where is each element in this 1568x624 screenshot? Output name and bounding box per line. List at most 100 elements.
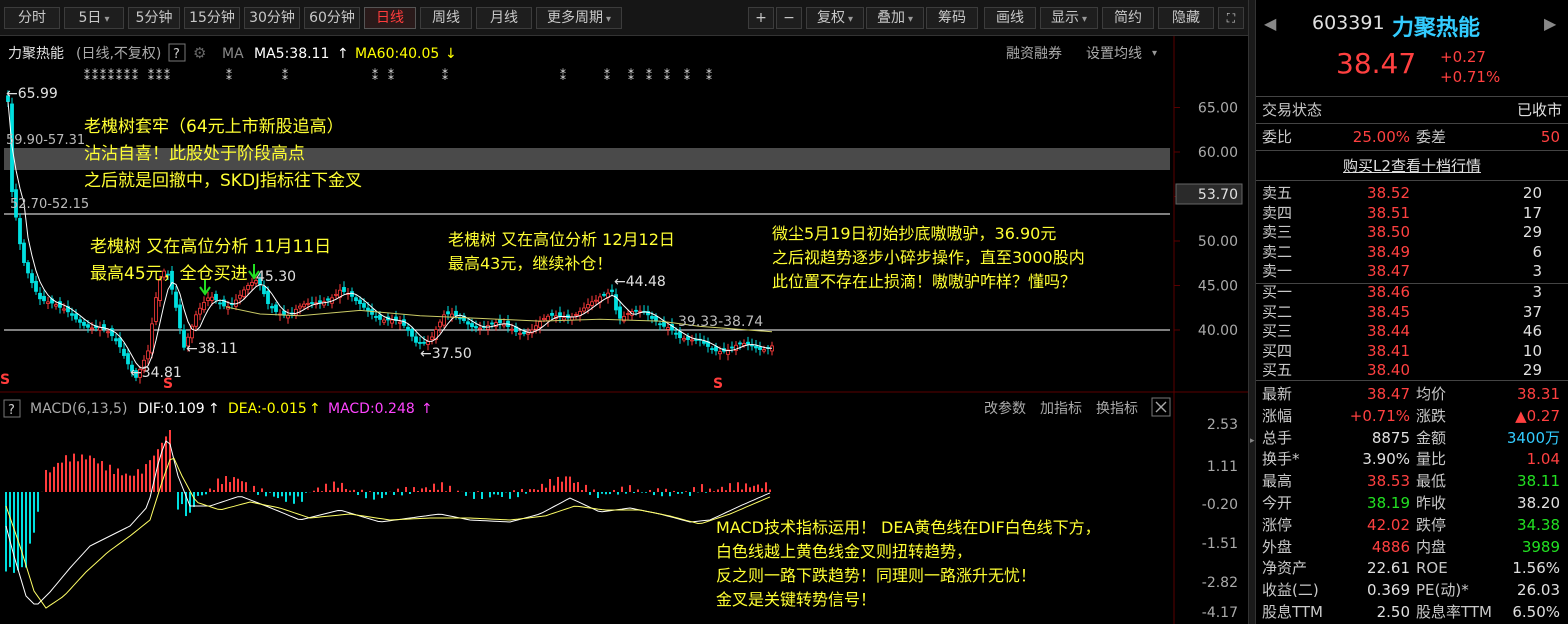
tab-daily[interactable]: 日线 [364, 7, 416, 29]
tab-15min[interactable]: 15分钟 [184, 7, 240, 29]
macd-bar [437, 489, 439, 492]
stat-label: 收益(二) [1262, 581, 1319, 600]
candle-body [498, 319, 502, 324]
macd-bar [65, 455, 67, 492]
macd-bar [657, 488, 659, 492]
sell-level-price: 38.47 [1367, 262, 1410, 281]
tab-monthly[interactable]: 月线 [476, 7, 532, 29]
macd-axis-label: -1.51 [1202, 536, 1238, 552]
macd-bar [605, 492, 607, 495]
next-stock-icon[interactable]: ▶ [1544, 14, 1556, 33]
candle-body [378, 314, 382, 320]
macd-bar [601, 492, 603, 494]
switch-indicator-link[interactable]: 换指标 [1096, 400, 1138, 417]
macd-bar [629, 485, 631, 492]
macd-bar [57, 462, 59, 492]
tab-5day[interactable]: 5日 [64, 7, 124, 29]
stat-value: 3400万 [1506, 428, 1560, 447]
candle-body [318, 300, 322, 303]
macd-bar [709, 488, 711, 492]
change-params-link[interactable]: 改参数 [984, 400, 1026, 417]
overlay-dropdown[interactable]: 叠加 [866, 7, 924, 29]
tab-30min[interactable]: 30分钟 [244, 7, 300, 29]
trade-status-value: 已收市 [1516, 101, 1562, 119]
macd-help-icon: ? [8, 403, 15, 418]
chevron-down-icon: ▾ [1152, 48, 1157, 59]
panel-splitter[interactable]: ▸ [1248, 0, 1256, 624]
macd-bar [553, 485, 555, 492]
macd-bar [369, 491, 371, 492]
draw-button[interactable]: 画线 [984, 7, 1036, 29]
macd-macd-arrow-icon: ↑ [421, 401, 433, 417]
macd-bar [49, 472, 51, 492]
macd-bar [521, 488, 523, 492]
trade-status-label: 交易状态 [1262, 101, 1323, 119]
stat-label: 股息率TTM [1416, 603, 1493, 621]
chips-button[interactable]: 筹码 [926, 7, 978, 29]
macd-bar [229, 482, 231, 492]
macd-bar [621, 486, 623, 492]
macd-bar [585, 484, 587, 492]
macd-bar [685, 491, 687, 492]
candle-body [730, 346, 734, 349]
stat-value: 3.90% [1362, 450, 1410, 469]
candle-body [82, 321, 86, 326]
prev-stock-icon[interactable]: ◀ [1264, 14, 1276, 33]
event-star-icon: ⁑ [282, 68, 288, 83]
macd-bar [5, 492, 7, 572]
price-axis-label: 45.00 [1198, 279, 1238, 295]
candle-body [114, 338, 118, 342]
macd-bar [289, 492, 291, 496]
margin-trading-link[interactable]: 融资融券 [1006, 46, 1062, 62]
tab-5min[interactable]: 5分钟 [128, 7, 180, 29]
sell-signal-marker: S [0, 372, 10, 388]
candle-body [574, 314, 578, 316]
display-dropdown[interactable]: 显示 [1040, 7, 1098, 29]
macd-bar [385, 492, 387, 495]
ma-settings-link[interactable]: 设置均线 [1086, 46, 1142, 62]
candle-body [118, 337, 122, 348]
tab-60min[interactable]: 60分钟 [304, 7, 360, 29]
more-periods-dropdown[interactable]: 更多周期 [536, 7, 622, 29]
gear-icon[interactable]: ⚙ [193, 44, 206, 62]
note-line: 老槐树套牢（64元上市新股追高） [84, 117, 344, 137]
candle-body [390, 319, 394, 324]
macd-axis-label: -0.20 [1202, 497, 1238, 513]
buy-level-row[interactable]: 买五 38.40 29 [1256, 359, 1568, 381]
candle-body [586, 304, 590, 309]
macd-bar [705, 492, 707, 493]
tab-weekly[interactable]: 周线 [420, 7, 472, 29]
adjust-dropdown[interactable]: 复权 [806, 7, 864, 29]
tab-intraday[interactable]: 分时 [4, 7, 60, 29]
hide-button[interactable]: 隐藏 [1158, 7, 1214, 29]
event-star-icon: ⁑ [372, 68, 378, 83]
fullscreen-icon[interactable]: ⛶ [1218, 7, 1244, 29]
candle-body [270, 306, 274, 309]
candle-body [522, 331, 526, 335]
sell-level-row[interactable]: 卖一 38.47 3 [1256, 260, 1568, 282]
stat-label: 跌停 [1416, 515, 1447, 534]
candle-body [718, 351, 722, 355]
macd-bar [353, 489, 355, 492]
chart-mode-label: (日线,不复权) [76, 45, 161, 62]
macd-bar [141, 473, 143, 492]
macd-bar [281, 492, 283, 497]
band2-annotation: 52.70-52.15 [10, 197, 89, 212]
macd-bar [725, 490, 727, 492]
candle-body [122, 348, 126, 356]
zoom-out-button[interactable]: − [776, 7, 802, 29]
low2-annotation: ←38.11 [186, 341, 238, 357]
stock-code: 603391 [1312, 12, 1385, 34]
candle-body [358, 299, 362, 305]
candle-body [86, 324, 90, 328]
macd-bar [33, 492, 35, 533]
zoom-in-button[interactable]: + [748, 7, 774, 29]
l2-upgrade-link[interactable]: 购买L2查看十档行情 [1256, 155, 1568, 177]
simple-button[interactable]: 简约 [1102, 7, 1154, 29]
candle-body [534, 325, 538, 330]
macd-bar [69, 461, 71, 492]
add-indicator-link[interactable]: 加指标 [1040, 401, 1082, 417]
collapse-icon[interactable]: ▸ [1250, 436, 1255, 446]
candle-body [594, 299, 598, 302]
macd-bar [377, 492, 379, 495]
